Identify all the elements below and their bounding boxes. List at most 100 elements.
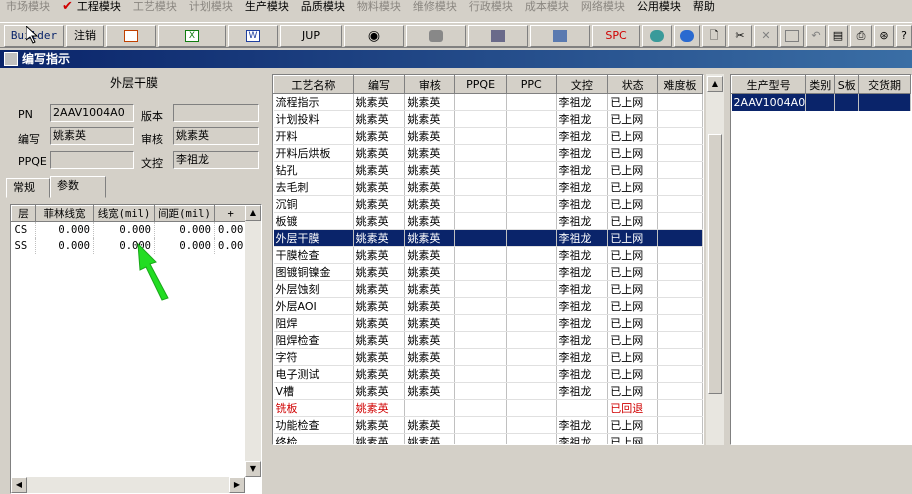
powerpoint-button[interactable] (106, 25, 156, 47)
table-cell[interactable] (506, 365, 557, 383)
table-cell[interactable]: 姚素英 (404, 161, 456, 179)
undo-button[interactable]: ↶ (806, 25, 826, 47)
table-cell[interactable] (506, 161, 557, 179)
header-category[interactable]: 类别 (805, 75, 836, 94)
scroll-left-icon[interactable]: ◀ (11, 477, 27, 493)
table-cell[interactable]: 姚素英 (353, 229, 406, 247)
table-cell[interactable]: 姚素英 (404, 331, 456, 349)
table-cell[interactable]: 姚素英 (404, 280, 456, 298)
category-cell[interactable] (805, 93, 836, 111)
table-cell[interactable] (454, 314, 507, 332)
table-cell[interactable]: 已上网 (607, 263, 659, 281)
table-cell[interactable]: 李祖龙 (556, 178, 609, 196)
scroll-down-icon[interactable]: ▼ (245, 461, 261, 477)
table-cell[interactable] (454, 382, 507, 400)
param-cell[interactable]: 0.00 (214, 237, 248, 254)
table-cell[interactable] (454, 399, 507, 417)
table-cell[interactable] (506, 348, 557, 366)
menu-item[interactable]: 市场模块 (0, 1, 56, 15)
table-cell[interactable]: 已上网 (607, 161, 659, 179)
table-cell[interactable]: 已上网 (607, 178, 659, 196)
table-cell[interactable]: 姚素英 (353, 263, 406, 281)
table-cell[interactable]: 去毛刺 (273, 178, 354, 196)
table-cell[interactable]: 姚素英 (404, 263, 456, 281)
table-cell[interactable]: 已上网 (607, 195, 659, 213)
table-cell[interactable] (657, 144, 703, 162)
table-row[interactable]: 外层AOI 姚素英 姚素英 李祖龙 已上网 (273, 297, 703, 315)
table-row[interactable]: 沉铜 姚素英 姚素英 李祖龙 已上网 (273, 195, 703, 213)
table-cell[interactable]: 李祖龙 (556, 246, 609, 264)
table-cell[interactable]: 字符 (273, 348, 354, 366)
table-cell[interactable]: 姚素英 (353, 212, 406, 230)
table-cell[interactable] (454, 280, 507, 298)
table-cell[interactable]: 已上网 (607, 331, 659, 349)
table-cell[interactable]: 李祖龙 (556, 280, 609, 298)
print-button[interactable]: ⎙ (850, 25, 872, 47)
param-cell[interactable]: 0.000 (35, 221, 94, 238)
header-process-name[interactable]: 工艺名称 (273, 75, 354, 94)
table-cell[interactable]: 已上网 (607, 416, 659, 434)
table-cell[interactable] (506, 416, 557, 434)
new-button[interactable]: 🗋 (702, 25, 726, 47)
table-cell[interactable]: 姚素英 (353, 433, 406, 444)
table-cell[interactable] (454, 195, 507, 213)
table-row[interactable]: V槽 姚素英 姚素英 李祖龙 已上网 (273, 382, 703, 400)
table-cell[interactable] (454, 263, 507, 281)
table-cell[interactable] (454, 144, 507, 162)
table-cell[interactable] (657, 212, 703, 230)
table-row[interactable]: 阻焊检查 姚素英 姚素英 李祖龙 已上网 (273, 331, 703, 349)
param-cell[interactable]: 0.000 (93, 221, 155, 238)
pn-field[interactable]: 2AAV1004A0 (50, 104, 134, 122)
table-cell[interactable] (506, 399, 557, 417)
table-cell[interactable]: 姚素英 (404, 212, 456, 230)
table-cell[interactable] (454, 178, 507, 196)
table-cell[interactable]: 图镀铜镍金 (273, 263, 354, 281)
param-row[interactable]: CS 0.000 0.000 0.000 0.00 (11, 221, 248, 238)
param-header-spacing[interactable]: 间距(mil) (154, 205, 215, 222)
table-cell[interactable]: 已上网 (607, 93, 659, 111)
table-cell[interactable] (454, 416, 507, 434)
table-cell[interactable]: 李祖龙 (556, 212, 609, 230)
table-cell[interactable]: 计划投料 (273, 110, 354, 128)
table-cell[interactable]: 姚素英 (404, 178, 456, 196)
table-cell[interactable]: 李祖龙 (556, 161, 609, 179)
ie-button[interactable] (674, 25, 700, 47)
table-cell[interactable]: 李祖龙 (556, 144, 609, 162)
table-cell[interactable] (657, 416, 703, 434)
control-field[interactable]: 李祖龙 (173, 151, 259, 169)
cut-button[interactable]: ✂ (728, 25, 752, 47)
table-cell[interactable]: 姚素英 (353, 195, 406, 213)
table-cell[interactable]: 李祖龙 (556, 229, 609, 247)
table-cell[interactable] (506, 433, 557, 444)
table-cell[interactable] (506, 127, 557, 145)
table-cell[interactable] (657, 382, 703, 400)
table-cell[interactable]: 姚素英 (404, 144, 456, 162)
table-cell[interactable]: 李祖龙 (556, 314, 609, 332)
table-cell[interactable]: 已上网 (607, 433, 659, 444)
menu-item[interactable]: 生产模块 (239, 1, 295, 15)
menu-item[interactable]: 工艺模块 (127, 1, 183, 15)
version-field[interactable] (173, 104, 259, 122)
header-delivery[interactable]: 交货期 (858, 75, 911, 94)
table-cell[interactable] (454, 161, 507, 179)
table-cell[interactable]: 姚素英 (404, 127, 456, 145)
menu-item[interactable]: 帮助 (687, 1, 721, 15)
table-cell[interactable] (657, 399, 703, 417)
param-horizontal-scrollbar[interactable]: ◀ ▶ (11, 477, 245, 493)
table-cell[interactable]: 姚素英 (404, 297, 456, 315)
table-cell[interactable]: 阻焊检查 (273, 331, 354, 349)
table-row[interactable]: 去毛刺 姚素英 姚素英 李祖龙 已上网 (273, 178, 703, 196)
menu-item[interactable]: 成本模块 (519, 1, 575, 15)
table-cell[interactable]: 姚素英 (353, 280, 406, 298)
table-cell[interactable]: 已上网 (607, 314, 659, 332)
param-header-layer[interactable]: 层 (11, 205, 36, 222)
table-cell[interactable]: 已上网 (607, 127, 659, 145)
header-writer[interactable]: 编写 (352, 75, 406, 94)
table-cell[interactable] (506, 93, 557, 111)
tab-general[interactable]: 常规 (6, 178, 50, 198)
table-cell[interactable] (657, 178, 703, 196)
tab-parameters[interactable]: 参数 (50, 176, 106, 198)
header-ppqe[interactable]: PPQE (454, 75, 507, 94)
scroll-up-icon[interactable]: ▲ (245, 205, 261, 221)
table-cell[interactable]: 已回退 (607, 399, 659, 417)
